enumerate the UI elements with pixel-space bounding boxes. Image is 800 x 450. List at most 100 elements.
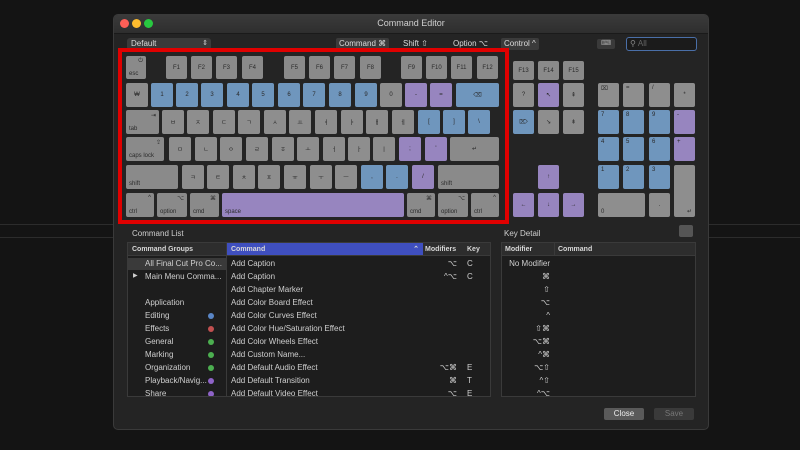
key-arrow-up[interactable]: ↑ bbox=[538, 165, 559, 189]
key-numpad-9[interactable]: 5 bbox=[623, 137, 644, 161]
command-group-item[interactable]: Marking bbox=[128, 349, 226, 361]
key-arrow-right[interactable]: → bbox=[563, 193, 584, 217]
group-color-dot bbox=[208, 339, 214, 345]
command-group-label: General bbox=[145, 337, 174, 346]
key-label: ↑ bbox=[547, 174, 550, 180]
key-detail-modifier: ^⌘ bbox=[538, 350, 550, 359]
command-column-header[interactable]: Command ⌃ bbox=[227, 243, 423, 256]
command-column-label: Command bbox=[231, 246, 266, 253]
key-numpad-enter[interactable]: ↵ bbox=[674, 165, 695, 217]
key-label: 7 bbox=[601, 112, 605, 118]
key-nav-3[interactable]: ⌦ bbox=[513, 110, 534, 134]
command-key: C bbox=[467, 272, 473, 281]
key-numpad-13[interactable]: 2 bbox=[623, 165, 644, 189]
key-nav-0[interactable]: ? bbox=[513, 83, 534, 107]
command-row[interactable]: Add Default Audio Effect ⌥⌘ E bbox=[227, 362, 490, 375]
key-label: ⌧ bbox=[601, 86, 608, 92]
key-f13[interactable]: F13 bbox=[513, 61, 534, 80]
command-group-label: Marking bbox=[145, 350, 174, 359]
preset-label: Default bbox=[131, 39, 157, 48]
title-bar: Command Editor bbox=[114, 15, 708, 34]
command-group-label: Organization bbox=[145, 363, 191, 372]
search-field[interactable]: ⚲ All bbox=[626, 37, 697, 51]
key-nav-2[interactable]: ⇞ bbox=[563, 83, 584, 107]
command-row[interactable]: Add Chapter Marker bbox=[227, 284, 490, 297]
command-row[interactable]: Add Default Video Effect ⌥ E bbox=[227, 388, 490, 397]
key-detail-toggle-button[interactable] bbox=[679, 225, 693, 237]
command-row[interactable]: Add Color Board Effect bbox=[227, 297, 490, 310]
command-row[interactable]: Add Custom Name... bbox=[227, 349, 490, 362]
key-numpad-10[interactable]: 6 bbox=[649, 137, 670, 161]
key-detail-modifier: ⌘ bbox=[542, 272, 550, 281]
close-button[interactable]: Close bbox=[604, 408, 644, 420]
key-numpad-1[interactable]: = bbox=[623, 83, 644, 107]
command-modifiers: ⌥⌘ bbox=[439, 363, 457, 372]
key-numpad-6[interactable]: 9 bbox=[649, 110, 670, 134]
command-name: Add Caption bbox=[231, 272, 276, 281]
command-row[interactable]: Add Caption ^⌥ C bbox=[227, 271, 490, 284]
command-group-item[interactable]: Organization bbox=[128, 362, 226, 374]
save-button[interactable]: Save bbox=[654, 408, 694, 420]
command-groups-panel: Command Groups All Final Cut Pro Co... ▶ M… bbox=[127, 242, 227, 397]
key-detail-modifier: ⌥⌘ bbox=[532, 337, 550, 346]
key-detail-modifier: ⌥⇧ bbox=[534, 363, 550, 372]
key-arrow-left[interactable]: ← bbox=[513, 193, 534, 217]
key-nav-5[interactable]: ⇟ bbox=[563, 110, 584, 134]
key-numpad-0[interactable]: ⌧ bbox=[598, 83, 619, 107]
key-label: ↘ bbox=[545, 119, 552, 126]
key-label: ⌦ bbox=[519, 119, 528, 126]
modifiers-column-header[interactable]: Modifiers bbox=[423, 243, 463, 256]
key-label: 1 bbox=[601, 167, 605, 173]
key-numpad-11[interactable]: + bbox=[674, 137, 695, 161]
command-group-label: Editing bbox=[145, 311, 170, 320]
command-row[interactable]: Add Color Curves Effect bbox=[227, 310, 490, 323]
command-modifiers: ^⌥ bbox=[444, 272, 457, 281]
key-numpad-12[interactable]: 1 bbox=[598, 165, 619, 189]
key-detail-modifier: ⇧ bbox=[543, 285, 550, 294]
key-nav-1[interactable]: ↖ bbox=[538, 83, 559, 107]
command-group-item[interactable]: Share bbox=[128, 388, 226, 397]
command-row[interactable]: Add Default Transition ⌘ T bbox=[227, 375, 490, 388]
key-detail-modifier: ^ bbox=[546, 311, 550, 320]
command-row[interactable]: Add Caption ⌥ C bbox=[227, 258, 490, 271]
key-label: ↓ bbox=[547, 202, 550, 208]
key-numpad-decimal[interactable]: . bbox=[649, 193, 670, 217]
key-numpad-8[interactable]: 4 bbox=[598, 137, 619, 161]
group-color-dot bbox=[208, 378, 214, 384]
disclosure-triangle-icon[interactable]: ▶ bbox=[133, 272, 138, 279]
key-numpad-0[interactable]: 0 bbox=[598, 193, 645, 217]
key-label: 8 bbox=[626, 112, 630, 118]
key-detail-label: Key Detail bbox=[504, 229, 541, 238]
command-group-label: All Final Cut Pro Co... bbox=[145, 259, 222, 268]
command-group-item[interactable]: All Final Cut Pro Co... bbox=[128, 258, 226, 270]
command-group-label: Share bbox=[145, 389, 167, 397]
kd-command-column-header: Command bbox=[554, 243, 695, 256]
key-f15[interactable]: F15 bbox=[563, 61, 584, 80]
key-numpad-2[interactable]: / bbox=[649, 83, 670, 107]
key-arrow-down[interactable]: ↓ bbox=[538, 193, 559, 217]
command-row[interactable]: Add Color Wheels Effect bbox=[227, 336, 490, 349]
command-group-item[interactable]: General bbox=[128, 336, 226, 348]
command-row[interactable]: Add Color Hue/Saturation Effect bbox=[227, 323, 490, 336]
key-nav-4[interactable]: ↘ bbox=[538, 110, 559, 134]
key-label: F13 bbox=[518, 67, 529, 74]
key-numpad-7[interactable]: - bbox=[674, 110, 695, 134]
key-numpad-4[interactable]: 7 bbox=[598, 110, 619, 134]
search-icon: ⚲ bbox=[630, 39, 636, 48]
key-column-header[interactable]: Key bbox=[463, 243, 490, 256]
command-group-item[interactable]: Effects bbox=[128, 323, 226, 335]
command-group-item[interactable]: Editing bbox=[128, 310, 226, 322]
key-numpad-5[interactable]: 8 bbox=[623, 110, 644, 134]
command-table-panel: Command ⌃ Modifiers Key Add Caption ⌥ C Add… bbox=[226, 242, 491, 397]
key-numpad-14[interactable]: 3 bbox=[649, 165, 670, 189]
command-group-item[interactable]: Playback/Navig... bbox=[128, 375, 226, 387]
key-label: ? bbox=[521, 92, 526, 98]
key-f14[interactable]: F14 bbox=[538, 61, 559, 80]
command-key: E bbox=[467, 389, 473, 397]
keyboard-highlight-frame bbox=[118, 48, 509, 224]
command-group-item[interactable]: ▶ Main Menu Comma... bbox=[128, 271, 226, 283]
command-group-item[interactable]: Application bbox=[128, 297, 226, 309]
key-label: 4 bbox=[601, 139, 605, 145]
keyboard-highlight-button[interactable]: ⌨ bbox=[597, 39, 615, 49]
key-numpad-3[interactable]: * bbox=[674, 83, 695, 107]
